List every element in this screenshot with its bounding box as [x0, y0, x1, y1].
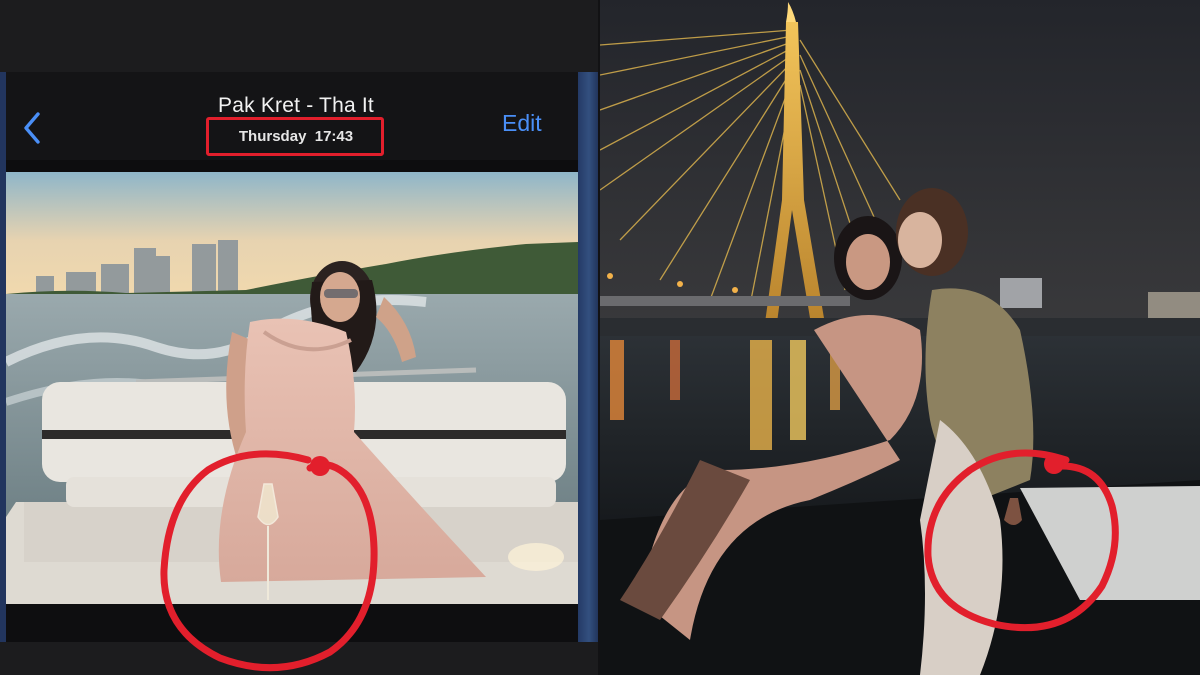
- red-circle-annotation-right: [924, 449, 1119, 632]
- edit-button[interactable]: Edit: [502, 110, 542, 137]
- night-bridge-photo: [600, 0, 1200, 675]
- phone-screenshot-panel: Pak Kret - Tha It Thursday 17:43 Edit: [0, 0, 600, 675]
- chevron-left-icon: [24, 112, 40, 144]
- timestamp-highlight-box: [206, 117, 384, 156]
- red-circle-annotation-left: [160, 450, 378, 672]
- phone-frame-edge-right: [578, 72, 600, 642]
- album-location-title: Pak Kret - Tha It: [218, 94, 374, 117]
- back-button[interactable]: [20, 108, 46, 148]
